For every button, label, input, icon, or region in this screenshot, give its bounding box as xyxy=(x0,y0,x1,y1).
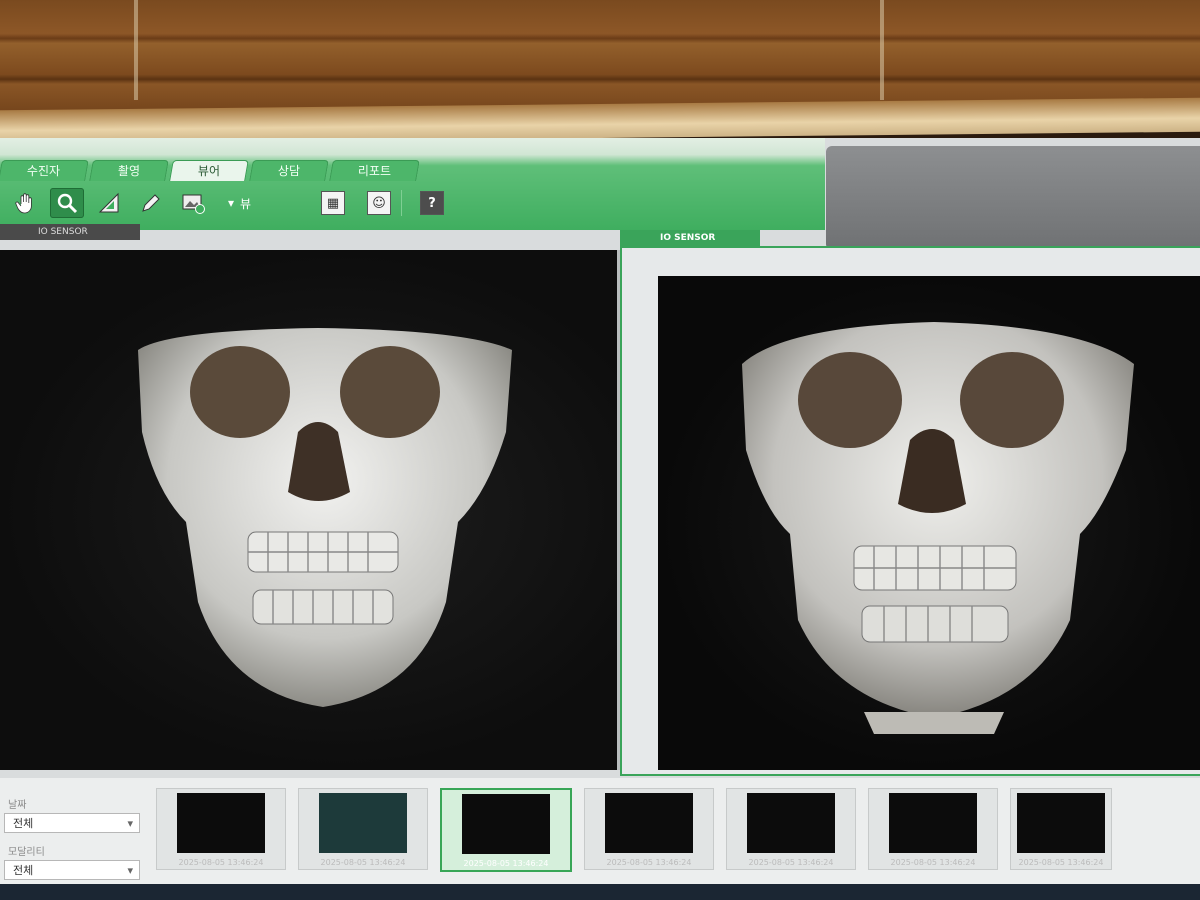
thumbnail-timestamp: 2025-08-05 13:46:24 xyxy=(1018,858,1104,867)
tab-patient[interactable]: 수진자 xyxy=(0,160,89,181)
screen: 수진자 촬영 뷰어 상담 리포트 ▾ 뷰 ▦ ☺ ? IO SENSOR IO … xyxy=(0,138,1200,900)
main-toolbar: 수진자 촬영 뷰어 상담 리포트 ▾ 뷰 ▦ ☺ ? xyxy=(0,138,825,230)
study-thumbnail-selected[interactable]: 2025-08-05 13:46:24 xyxy=(440,788,572,872)
tab-viewer[interactable]: 뷰어 xyxy=(169,160,250,181)
skull-thumbnail-image xyxy=(1017,793,1105,853)
skull-3d-render-right xyxy=(742,322,1134,734)
study-thumbnail[interactable]: 2025-08-05 13:46:24 xyxy=(156,788,286,870)
study-thumbnail[interactable]: 2025-08-05 13:46:24 xyxy=(584,788,714,870)
tab-consult[interactable]: 상담 xyxy=(249,160,330,181)
image-refresh-icon[interactable] xyxy=(176,188,210,218)
filter-panel: 날짜 전체 모달리티 전체 xyxy=(0,792,150,881)
thumbnail-timestamp: 2025-08-05 13:46:24 xyxy=(606,858,692,867)
ruler-triangle-icon[interactable] xyxy=(92,188,126,218)
skull-thumbnail-image xyxy=(462,794,550,854)
tab-report[interactable]: 리포트 xyxy=(329,160,421,181)
zoom-magnifier-icon[interactable] xyxy=(50,188,84,218)
viewport-left[interactable] xyxy=(0,250,620,770)
skull-thumbnail-image xyxy=(747,793,835,853)
blind-cord xyxy=(880,0,884,100)
chevron-down-icon: ▾ xyxy=(228,196,235,210)
date-filter-select[interactable]: 전체 xyxy=(4,813,140,834)
skull-thumbnail-image xyxy=(605,793,693,853)
study-thumbnail[interactable]: 2025-08-05 13:46:24 xyxy=(1010,788,1112,870)
thumbnail-timestamp: 2025-08-05 13:46:24 xyxy=(320,858,406,867)
toolbar-divider xyxy=(401,190,403,216)
tab-capture[interactable]: 촬영 xyxy=(89,160,170,181)
thumbnail-timestamp: 2025-08-05 13:46:24 xyxy=(748,858,834,867)
thumbnail-timestamp: 2025-08-05 13:46:24 xyxy=(463,859,549,868)
viewport-right[interactable] xyxy=(658,276,1200,770)
thumbnail-strip: 2025-08-05 13:46:24 2025-08-05 13:46:24 … xyxy=(156,788,1112,880)
skull-thumbnail-image xyxy=(177,793,265,853)
thumbnail-timestamp: 2025-08-05 13:46:24 xyxy=(890,858,976,867)
view-dropdown[interactable]: ▾ 뷰 xyxy=(228,195,251,212)
modality-filter-select[interactable]: 전체 xyxy=(4,860,140,881)
modality-filter-label: 모달리티 xyxy=(8,847,45,858)
skull-thumbnail-image xyxy=(889,793,977,853)
study-browser: 날짜 전체 모달리티 전체 2025-08-05 13:46:24 2025-0… xyxy=(0,778,1200,900)
mode-tabs: 수진자 촬영 뷰어 상담 리포트 xyxy=(0,160,423,182)
viewport-right-label: IO SENSOR xyxy=(620,230,760,246)
thumbnail-timestamp: 2025-08-05 13:46:24 xyxy=(178,858,264,867)
skull-3d-render-left xyxy=(138,328,512,707)
tool-row: ▾ 뷰 ▦ ☺ ? xyxy=(0,184,445,222)
view-dropdown-label: 뷰 xyxy=(240,196,252,211)
info-panel xyxy=(826,146,1200,250)
help-button[interactable]: ? xyxy=(420,191,445,215)
study-thumbnail[interactable]: 2025-08-05 13:46:24 xyxy=(868,788,998,870)
study-thumbnail[interactable]: 2025-08-05 13:46:24 xyxy=(298,788,428,870)
pen-annotate-icon[interactable] xyxy=(134,188,168,218)
sagittal-thumbnail-image xyxy=(319,793,407,853)
blind-cord xyxy=(134,0,138,100)
os-taskbar xyxy=(0,884,1200,900)
study-thumbnail[interactable]: 2025-08-05 13:46:24 xyxy=(726,788,856,870)
pan-hand-icon[interactable] xyxy=(8,188,42,218)
viewport-left-label: IO SENSOR xyxy=(0,224,140,240)
layout-grid-icon[interactable]: ▦ xyxy=(321,191,346,215)
date-filter-label: 날짜 xyxy=(8,800,27,811)
face-photo-icon[interactable]: ☺ xyxy=(367,191,392,215)
